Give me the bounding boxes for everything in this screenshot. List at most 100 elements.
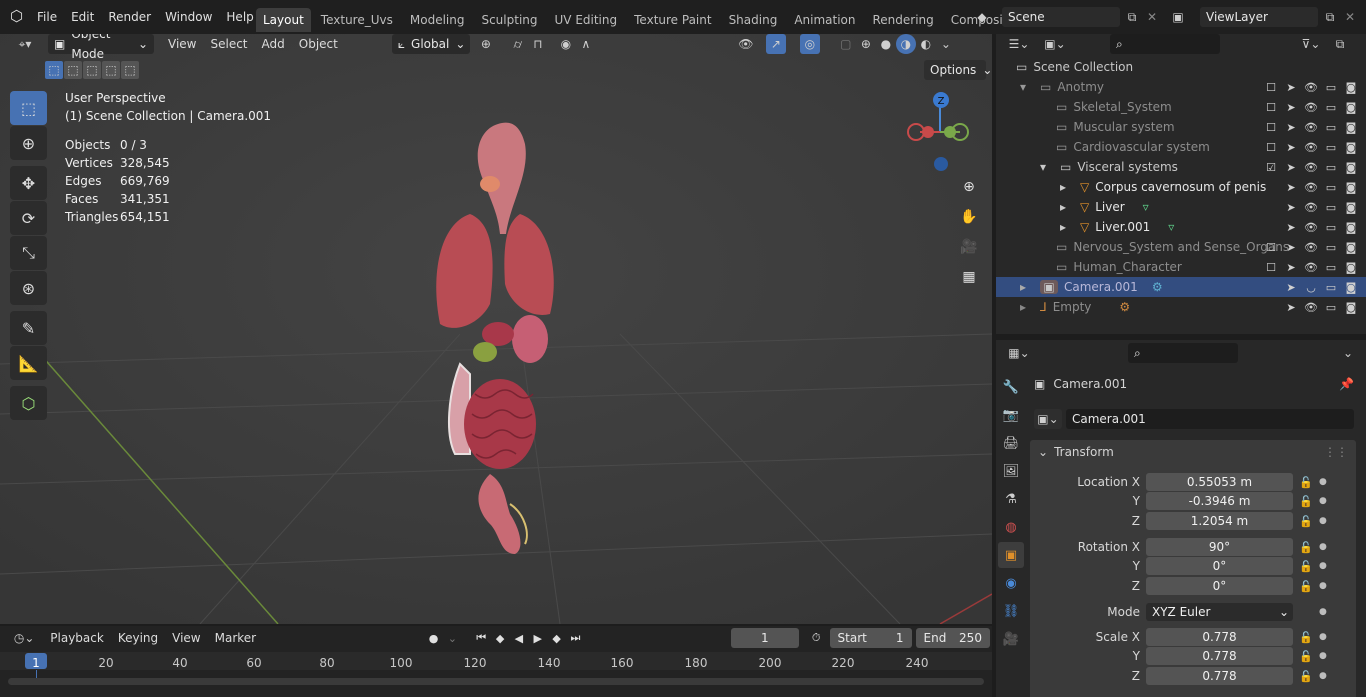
camera-icon[interactable]: ◙ [1344, 201, 1358, 214]
camera-icon[interactable]: ◙ [1344, 101, 1358, 114]
keyframe-dot-icon[interactable]: ● [1319, 581, 1329, 591]
orientation-dropdown[interactable]: ⟀ Global ⌄ [391, 34, 470, 54]
monitor-icon[interactable]: ▭ [1324, 281, 1338, 294]
shading-options-icon[interactable]: ⌄ [936, 34, 956, 54]
monitor-icon[interactable]: ▭ [1324, 301, 1338, 314]
move-tool-icon[interactable]: ✥ [10, 166, 47, 200]
eye-icon[interactable]: 👁 [1304, 201, 1318, 214]
scene-field[interactable]: Scene [1002, 7, 1120, 27]
select-arrow-icon[interactable]: ➤ [1284, 261, 1298, 274]
editor-type-icon[interactable]: ⌖▾ [10, 34, 40, 54]
menu-view[interactable]: View [172, 631, 200, 645]
close-icon[interactable]: ✕ [1142, 7, 1162, 27]
monitor-icon[interactable]: ▭ [1324, 161, 1338, 174]
options-chevron-icon[interactable]: ⌄ [1338, 343, 1358, 363]
select-arrow-icon[interactable]: ➤ [1284, 161, 1298, 174]
location-y-field[interactable]: -0.3946 m [1146, 492, 1293, 510]
menu-add[interactable]: Add [262, 37, 285, 51]
monitor-icon[interactable]: ▭ [1324, 261, 1338, 274]
eye-icon[interactable]: 👁 [1304, 181, 1318, 194]
tab-shading[interactable]: Shading [722, 8, 785, 32]
new-scene-icon[interactable]: ⧉ [1122, 7, 1142, 27]
tab-uv-editing[interactable]: UV Editing [548, 8, 625, 32]
select-arrow-icon[interactable]: ➤ [1284, 181, 1298, 194]
pin-icon[interactable]: 📌 [1339, 377, 1354, 391]
material-shading-icon[interactable]: ◑ [895, 34, 916, 54]
rendered-shading-icon[interactable]: ◐ [916, 34, 936, 54]
outliner-row-visceral[interactable]: ▾ ▭ Visceral systems ☑ ➤ 👁 ▭ ◙ [996, 157, 1366, 177]
prev-keyframe-icon[interactable]: ◆ [491, 629, 510, 647]
menu-select[interactable]: Select [210, 37, 247, 51]
checkbox-icon[interactable]: ☐ [1264, 141, 1278, 154]
lock-icon[interactable]: 🔓 [1299, 541, 1315, 554]
snap-target-icon[interactable]: ⊓ [528, 34, 548, 54]
outliner-row-nervous[interactable]: ▭ Nervous_System and Sense_Organs ☐ ➤ 👁 ▭ ◙ [996, 237, 1366, 257]
properties-search-input[interactable]: ⌕ [1128, 343, 1238, 363]
keyframe-dot-icon[interactable]: ● [1319, 496, 1329, 506]
monitor-icon[interactable]: ▭ [1324, 121, 1338, 134]
camera-data-tab-icon[interactable]: 🎥 [998, 626, 1024, 652]
close-icon[interactable]: ✕ [1340, 7, 1360, 27]
end-frame-field[interactable]: End 250 [915, 628, 990, 648]
next-keyframe-icon[interactable]: ◆ [547, 629, 566, 647]
tool-tab-icon[interactable]: 🔧 [998, 374, 1024, 400]
lock-icon[interactable]: 🔓 [1299, 560, 1315, 573]
outliner-row-anotmy[interactable]: ▾ ▭ Anotmy ☐ ➤ 👁 ▭ ◙ [996, 77, 1366, 97]
select-arrow-icon[interactable]: ➤ [1284, 281, 1298, 294]
tab-layout[interactable]: Layout [256, 8, 311, 32]
options-dropdown[interactable]: Options ⌄ [924, 60, 992, 80]
monitor-icon[interactable]: ▭ [1324, 81, 1338, 94]
timeline-editor-icon[interactable]: ◷⌄ [10, 628, 38, 648]
eye-icon[interactable]: 👁 [1304, 141, 1318, 154]
menu-render[interactable]: Render [101, 7, 158, 27]
lock-icon[interactable]: 🔓 [1299, 670, 1315, 683]
outliner-search-input[interactable]: ⌕ [1110, 34, 1220, 54]
menu-keying[interactable]: Keying [118, 631, 158, 645]
menu-file[interactable]: File [30, 7, 64, 27]
jump-start-icon[interactable]: ⏮ [472, 629, 491, 647]
scale-x-field[interactable]: 0.778 [1146, 628, 1293, 646]
outliner-row-human-character[interactable]: ▭ Human_Character ☐ ➤ 👁 ▭ ◙ [996, 257, 1366, 277]
mesh-data-icon[interactable]: ▿ [1168, 220, 1174, 234]
3d-viewport[interactable]: ⌖▾ ▣ Object Mode ⌄ View Select Add Objec… [0, 34, 992, 624]
scale-y-field[interactable]: 0.778 [1146, 647, 1293, 665]
timeline-scrollbar[interactable] [8, 678, 984, 685]
monitor-icon[interactable]: ▭ [1324, 101, 1338, 114]
play-icon[interactable]: ▶ [528, 629, 547, 647]
view-layer-tab-icon[interactable]: 🖼 [998, 458, 1024, 484]
select-extend-icon[interactable]: ⬚ [64, 61, 82, 79]
mode-dropdown[interactable]: ▣ Object Mode ⌄ [48, 34, 154, 61]
eye-icon[interactable]: 👁 [1304, 301, 1318, 314]
current-frame-field[interactable]: 1 [730, 628, 799, 648]
select-arrow-icon[interactable]: ➤ [1284, 301, 1298, 314]
constraints-tab-icon[interactable]: ⛓ [998, 598, 1024, 624]
camera-icon[interactable]: ◙ [1344, 221, 1358, 234]
navigation-gizmo[interactable]: Z [900, 88, 980, 172]
monitor-icon[interactable]: ▭ [1324, 201, 1338, 214]
select-arrow-icon[interactable]: ➤ [1284, 121, 1298, 134]
scene-icon[interactable]: ◆ [972, 7, 992, 27]
select-intersect-icon[interactable]: ⬚ [121, 61, 139, 79]
checkbox-icon[interactable]: ☐ [1264, 121, 1278, 134]
annotate-tool-icon[interactable]: ✎ [10, 311, 47, 345]
wireframe-shading-icon[interactable]: ⊕ [856, 34, 876, 54]
start-frame-field[interactable]: Start 1 [829, 628, 912, 648]
disclosure-icon[interactable]: ▸ [1060, 180, 1074, 194]
select-box-tool-icon[interactable]: ⬚ [10, 91, 47, 125]
monitor-icon[interactable]: ▭ [1324, 181, 1338, 194]
perspective-grid-icon[interactable]: ▦ [956, 264, 982, 290]
menu-object[interactable]: Object [299, 37, 338, 51]
keyframe-dot-icon[interactable]: ● [1319, 477, 1329, 487]
lock-icon[interactable]: 🔓 [1299, 515, 1315, 528]
camera-icon[interactable]: ◙ [1344, 161, 1358, 174]
outliner-editor-icon[interactable]: ☰⌄ [1004, 34, 1034, 54]
lock-icon[interactable]: 🔓 [1299, 476, 1315, 489]
eye-icon[interactable]: 👁 [1304, 261, 1318, 274]
select-arrow-icon[interactable]: ➤ [1284, 141, 1298, 154]
rotation-z-field[interactable]: 0° [1146, 577, 1293, 595]
eye-icon[interactable]: 👁 [1304, 241, 1318, 254]
camera-data-icon[interactable]: ⚙ [1152, 280, 1163, 294]
disclosure-icon[interactable]: ▸ [1060, 220, 1074, 234]
eye-icon[interactable]: 👁 [1304, 121, 1318, 134]
properties-editor-icon[interactable]: ▦⌄ [1004, 343, 1034, 363]
